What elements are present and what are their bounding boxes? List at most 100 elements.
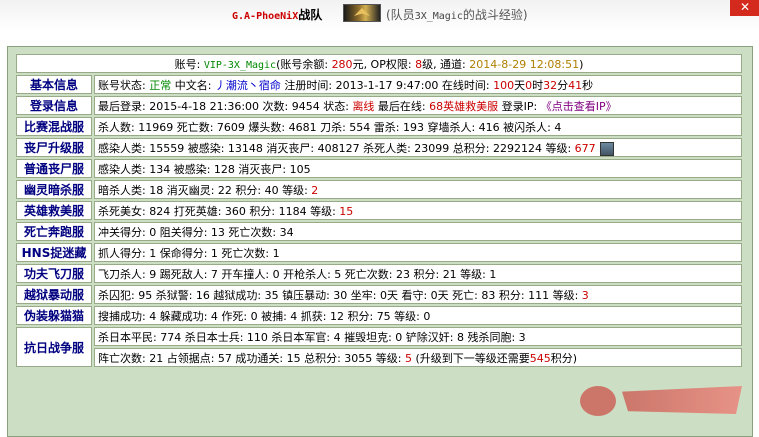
site-watermark-logo (572, 368, 750, 428)
channel-label: , 通道: (433, 57, 470, 71)
stats-row-war-1: 抗日战争服 杀日本平民: 774 杀日本士兵: 110 杀日本军官: 4 摧毁坦克… (16, 327, 742, 367)
account-summary: 账号: VIP-3X_Magic(账号余额: 280元, OP权限: 8级, 通… (16, 54, 742, 73)
row-label: 比赛混战服 (16, 117, 92, 136)
account-id: VIP-3X_Magic (203, 59, 277, 71)
op-unit: 级 (422, 57, 434, 71)
channel-time: 2014-8-29 12:08:51 (469, 57, 580, 71)
row-data: 飞刀杀人: 9 踢死敌人: 7 开车撞人: 0 开枪杀人: 5 死亡次数: 23… (94, 264, 742, 283)
stats-row: 普通丧尸服 感染人类: 134 被感染: 128 消灭丧尸: 105 (16, 159, 742, 178)
balance-value: 280 (331, 57, 353, 71)
stat-text: 秒 (582, 78, 594, 92)
close-icon[interactable]: ✕ (730, 0, 759, 16)
member-caption: (队员3X_Magic的战斗经验) (386, 6, 528, 24)
row-data: 感染人类: 15559 被感染: 13148 消灭丧尸: 408127 杀死人类… (94, 138, 742, 157)
stat-text: 账号状态: (98, 78, 150, 92)
row-data: 暗杀人类: 18 消灭幽灵: 22 积分: 40 等级: 2 (94, 180, 742, 199)
stat-text: 中文名: (171, 78, 215, 92)
row-data: 冲关得分: 0 阻关得分: 13 死亡次数: 34 (94, 222, 742, 241)
balance-unit: 元 (352, 57, 364, 71)
stat-text: 杀死美女: 824 打死英雄: 360 积分: 1184 等级: (98, 204, 340, 218)
clan-name: G.A-PhoeNiX战队 (232, 6, 322, 24)
row-data: 杀囚犯: 95 杀狱警: 16 越狱成功: 35 镇压暴动: 30 坐牢: 0天… (94, 285, 742, 304)
row-data: 感染人类: 134 被感染: 128 消灭丧尸: 105 (94, 159, 742, 178)
stat-text: 分 (557, 78, 569, 92)
account-label: 账号: (174, 57, 204, 71)
row-label: 伪装躲猫猫 (16, 306, 92, 325)
row-data: 账号状态: 正常 中文名: 丿潮流丶宿命 注册时间: 2013-1-17 9:4… (94, 75, 742, 94)
stats-row: 基本信息 账号状态: 正常 中文名: 丿潮流丶宿命 注册时间: 2013-1-17… (16, 75, 742, 94)
stat-text: 丿潮流丶宿命 (214, 78, 281, 92)
row-label: 英雄救美服 (16, 201, 92, 220)
stats-table: 账号: VIP-3X_Magic(账号余额: 280元, OP权限: 8级, 通… (14, 52, 744, 369)
stat-text: 677 (574, 141, 596, 155)
title-bar: G.A-PhoeNiX战队 (队员3X_Magic的战斗经验) ✕ (0, 0, 759, 32)
stats-row: 比赛混战服 杀人数: 11969 死亡数: 7609 爆头数: 4681 刀杀: … (16, 117, 742, 136)
stat-text: 32 (543, 78, 558, 92)
clan-logo-icon (343, 4, 381, 22)
view-ip-link[interactable]: 《点击查看IP》 (541, 100, 617, 113)
stats-row: 伪装躲猫猫 搜捕成功: 4 躲藏成功: 4 作死: 0 被捕: 4 抓获: 12 … (16, 306, 742, 325)
op-label: , OP权限: (363, 57, 416, 71)
stat-text: 抓人得分: 1 保命得分: 1 死亡次数: 1 (98, 246, 280, 260)
row-data: 阵亡次数: 21 占领据点: 57 成功通关: 15 总积分: 3055 等级:… (94, 348, 742, 367)
stats-row-war-2: 阵亡次数: 21 占领据点: 57 成功通关: 15 总积分: 3055 等级:… (16, 348, 742, 367)
stat-text: 最后登录: 2015-4-18 21:36:00 次数: 9454 状态: (98, 99, 353, 113)
war-points-needed: 545 (529, 351, 551, 365)
account-row: 账号: VIP-3X_Magic(账号余额: 280元, OP权限: 8级, 通… (16, 54, 742, 73)
stat-text: 2 (311, 183, 319, 197)
stat-text: 3 (581, 288, 589, 302)
row-label: 普通丧尸服 (16, 159, 92, 178)
member-prefix: (队员 (386, 8, 415, 22)
row-label: 登录信息 (16, 96, 92, 115)
member-suffix: 的战斗经验) (462, 8, 528, 22)
row-label: 越狱暴动服 (16, 285, 92, 304)
stat-text: 感染人类: 15559 被感染: 13148 消灭丧尸: 408127 杀死人类… (98, 141, 575, 155)
row-data: 杀日本平民: 774 杀日本士兵: 110 杀日本军官: 4 摧毁坦克: 0 铲… (94, 327, 742, 346)
row-label: HNS捉迷藏 (16, 243, 92, 262)
rank-avatar-icon (599, 141, 614, 156)
stat-text: 杀囚犯: 95 杀狱警: 16 越狱成功: 35 镇压暴动: 30 坐牢: 0天… (98, 288, 582, 302)
stat-text: 暗杀人类: 18 消灭幽灵: 22 积分: 40 等级: (98, 183, 312, 197)
stat-text: 最后在线: (374, 99, 430, 113)
row-label: 基本信息 (16, 75, 92, 94)
stats-row: 功夫飞刀服 飞刀杀人: 9 踢死敌人: 7 开车撞人: 0 开枪杀人: 5 死亡次… (16, 264, 742, 283)
stat-text: 41 (568, 78, 583, 92)
row-label: 死亡奔跑服 (16, 222, 92, 241)
stat-text: 15 (339, 204, 354, 218)
row-label: 功夫飞刀服 (16, 264, 92, 283)
stats-row: 丧尸升级服 感染人类: 15559 被感染: 13148 消灭丧尸: 408127… (16, 138, 742, 157)
stats-row: 越狱暴动服 杀囚犯: 95 杀狱警: 16 越狱成功: 35 镇压暴动: 30 坐… (16, 285, 742, 304)
stats-row: 英雄救美服 杀死美女: 824 打死英雄: 360 积分: 1184 等级: 15 (16, 201, 742, 220)
stat-text: (升级到下一等级还需要 (411, 351, 530, 365)
stats-row: 死亡奔跑服 冲关得分: 0 阻关得分: 13 死亡次数: 34 (16, 222, 742, 241)
stat-text: 阵亡次数: 21 占领据点: 57 成功通关: 15 总积分: 3055 等级: (98, 351, 405, 365)
op-level: 8 (415, 57, 423, 71)
stat-text: 100 (493, 78, 515, 92)
stat-text: 天 (514, 78, 526, 92)
stat-text: 搜捕成功: 4 躲藏成功: 4 作死: 0 被捕: 4 抓获: 12 积分: 7… (98, 309, 431, 323)
account-close-paren: ) (579, 57, 584, 71)
stat-text: 感染人类: 134 被感染: 128 消灭丧尸: 105 (98, 162, 311, 176)
stat-text: 冲关得分: 0 阻关得分: 13 死亡次数: 34 (98, 225, 294, 239)
row-label: 幽灵暗杀服 (16, 180, 92, 199)
war-level: 5 (404, 351, 412, 365)
stat-text: 68英雄救美服 (429, 99, 499, 113)
stat-text: 飞刀杀人: 9 踢死敌人: 7 开车撞人: 0 开枪杀人: 5 死亡次数: 23… (98, 267, 497, 281)
row-label: 抗日战争服 (16, 327, 92, 367)
stat-text: 正常 (149, 78, 172, 92)
member-id: 3X_Magic (414, 11, 463, 22)
stat-text: 杀人数: 11969 死亡数: 7609 爆头数: 4681 刀杀: 554 雷… (98, 120, 562, 134)
stat-text: 登录IP: (498, 99, 541, 113)
row-data: 杀死美女: 824 打死英雄: 360 积分: 1184 等级: 15 (94, 201, 742, 220)
row-data: 杀人数: 11969 死亡数: 7609 爆头数: 4681 刀杀: 554 雷… (94, 117, 742, 136)
stat-text: 积分) (550, 351, 578, 365)
stats-row: HNS捉迷藏 抓人得分: 1 保命得分: 1 死亡次数: 1 (16, 243, 742, 262)
stat-text: 时 (532, 78, 544, 92)
clan-name-text: G.A-PhoeNiX (232, 11, 299, 22)
stats-row: 登录信息 最后登录: 2015-4-18 21:36:00 次数: 9454 状态… (16, 96, 742, 115)
row-data: 最后登录: 2015-4-18 21:36:00 次数: 9454 状态: 离线… (94, 96, 742, 115)
stat-text: 离线 (352, 99, 375, 113)
clan-suffix: 战队 (298, 8, 323, 22)
stat-text: 注册时间: 2013-1-17 9:47:00 在线时间: (280, 78, 494, 92)
row-data: 抓人得分: 1 保命得分: 1 死亡次数: 1 (94, 243, 742, 262)
